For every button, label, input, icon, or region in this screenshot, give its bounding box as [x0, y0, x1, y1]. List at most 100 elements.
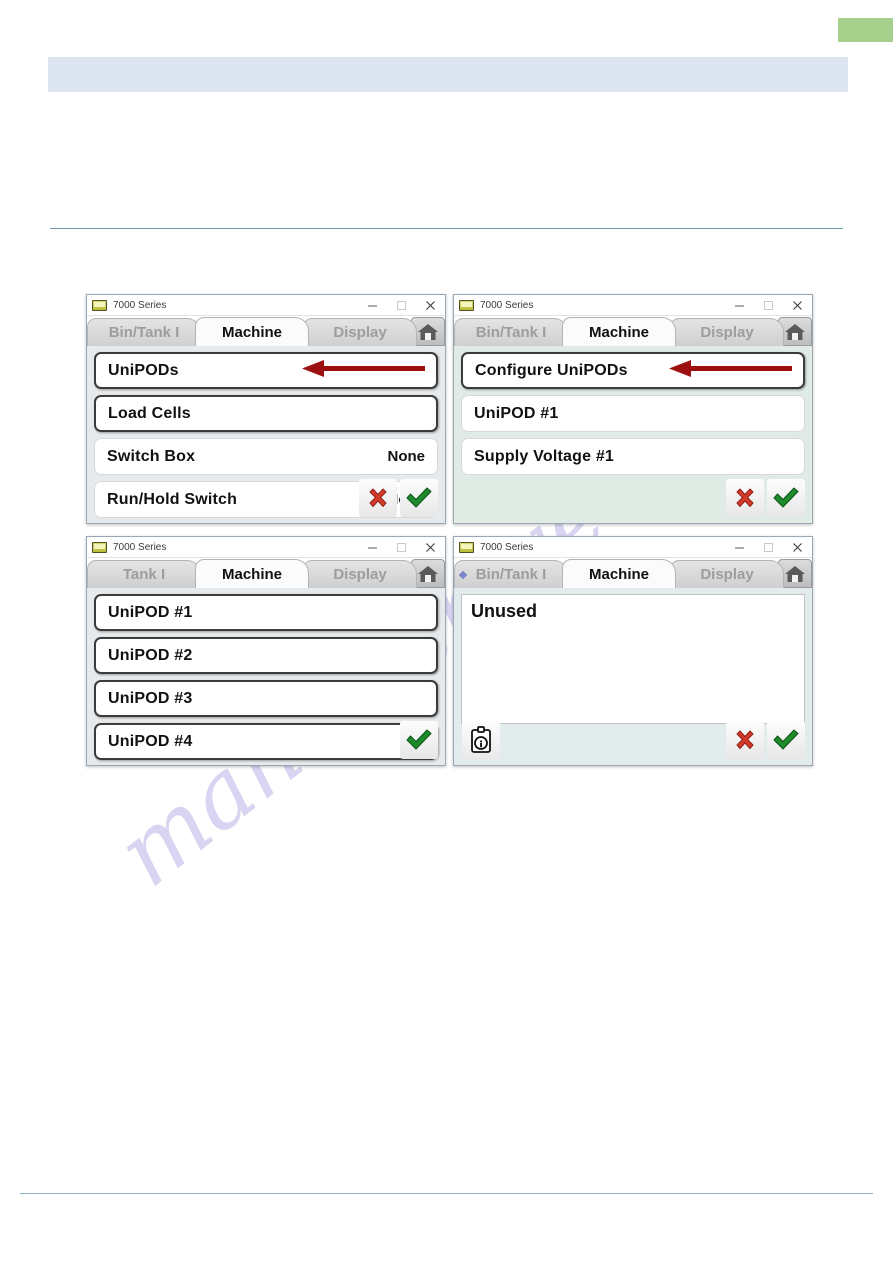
green-tab-marker — [838, 18, 893, 42]
window-title: 7000 Series — [113, 541, 167, 553]
tab-machine[interactable]: Machine — [195, 559, 309, 588]
device-window-machine-unipods: 7000 Series Bin/Tank I Machine Display U… — [86, 294, 446, 524]
tab-label: Machine — [221, 323, 282, 341]
tab-display[interactable]: Display — [670, 318, 784, 346]
close-icon[interactable] — [416, 537, 445, 557]
content-pane: Unused — [454, 588, 812, 765]
action-bar — [400, 721, 438, 759]
window-titlebar[interactable]: 7000 Series — [87, 295, 445, 316]
row-label: UniPODs — [108, 361, 179, 379]
close-icon[interactable] — [416, 295, 445, 315]
minimize-icon[interactable] — [358, 537, 387, 557]
list-item[interactable]: Configure UniPODs — [461, 352, 805, 389]
tab-machine[interactable]: Machine — [562, 559, 676, 588]
tab-display[interactable]: Display — [303, 560, 417, 588]
row-label: Switch Box — [107, 447, 196, 465]
tab-label: Bin/Tank I — [108, 324, 180, 341]
status-text: Unused — [471, 601, 538, 621]
tab-tank[interactable]: Tank I — [87, 560, 201, 588]
confirm-button[interactable] — [767, 721, 805, 759]
tab-label: Display — [700, 324, 754, 341]
tab-machine[interactable]: Machine — [195, 317, 309, 346]
cancel-button[interactable] — [726, 479, 764, 517]
list-item[interactable]: UniPOD #3 — [94, 680, 438, 717]
action-bar — [359, 479, 438, 517]
row-label: UniPOD #3 — [108, 689, 193, 707]
action-bar — [726, 721, 805, 759]
action-bar — [726, 479, 805, 517]
confirm-button[interactable] — [400, 721, 438, 759]
window-title: 7000 Series — [113, 299, 167, 311]
tab-label: Tank I — [122, 566, 166, 583]
row-label: UniPOD #1 — [474, 404, 559, 422]
minimize-icon[interactable] — [725, 537, 754, 557]
tab-machine[interactable]: Machine — [562, 317, 676, 346]
tab-display[interactable]: Display — [303, 318, 417, 346]
window-controls — [358, 537, 445, 557]
row-label: Configure UniPODs — [475, 361, 628, 379]
list-item[interactable]: UniPOD #1 — [94, 594, 438, 631]
cancel-button[interactable] — [726, 721, 764, 759]
row-label: Load Cells — [108, 404, 191, 422]
row-label: UniPOD #1 — [108, 603, 193, 621]
maximize-icon[interactable] — [387, 537, 416, 557]
window-title: 7000 Series — [480, 299, 534, 311]
tab-label: Display — [333, 324, 387, 341]
window-titlebar[interactable]: 7000 Series — [454, 537, 812, 558]
clipboard-info-icon[interactable] — [462, 721, 500, 759]
list-item[interactable]: UniPODs — [94, 352, 438, 389]
status-text-panel[interactable]: Unused — [461, 594, 805, 724]
close-icon[interactable] — [783, 295, 812, 315]
device-icon — [92, 299, 107, 311]
confirm-button[interactable] — [767, 479, 805, 517]
row-value: None — [387, 448, 426, 465]
tab-label: Bin/Tank I — [475, 324, 547, 341]
window-controls — [725, 537, 812, 557]
list-item[interactable]: UniPOD #4 — [94, 723, 438, 760]
page-root: 7000 Series Bin/Tank I Machine Display U… — [0, 0, 893, 1263]
header-divider-rule — [50, 228, 843, 229]
list-item[interactable]: Supply Voltage #1 — [461, 438, 805, 475]
maximize-icon[interactable] — [387, 295, 416, 315]
window-titlebar[interactable]: 7000 Series — [454, 295, 812, 316]
tab-display[interactable]: Display — [670, 560, 784, 588]
window-title: 7000 Series — [480, 541, 534, 553]
tabstrip: Bin/Tank I Machine Display — [454, 316, 812, 346]
tab-label: Machine — [588, 565, 649, 583]
content-pane: UniPODs Load Cells Switch Box None Run/H… — [87, 346, 445, 523]
device-window-configure-unipods: 7000 Series Bin/Tank I Machine Display C… — [453, 294, 813, 524]
tab-bin-tank[interactable]: Bin/Tank I — [454, 560, 568, 588]
tab-bin-tank[interactable]: Bin/Tank I — [454, 318, 568, 346]
list-item[interactable]: UniPOD #2 — [94, 637, 438, 674]
footer-divider-rule — [20, 1193, 873, 1194]
confirm-button[interactable] — [400, 479, 438, 517]
tab-label: Display — [700, 566, 754, 583]
tab-label: Machine — [221, 565, 282, 583]
tabstrip: Bin/Tank I Machine Display — [454, 558, 812, 588]
window-titlebar[interactable]: 7000 Series — [87, 537, 445, 558]
device-icon — [459, 541, 474, 553]
header-banner-bar — [48, 57, 848, 92]
device-window-unipod-unused: 7000 Series Bin/Tank I Machine Display U… — [453, 536, 813, 766]
cancel-button[interactable] — [359, 479, 397, 517]
device-window-unipod-list: 7000 Series Tank I Machine Display UniPO… — [86, 536, 446, 766]
row-label: UniPOD #2 — [108, 646, 193, 664]
tabstrip: Tank I Machine Display — [87, 558, 445, 588]
minimize-icon[interactable] — [358, 295, 387, 315]
list-item[interactable]: Switch Box None — [94, 438, 438, 475]
close-icon[interactable] — [783, 537, 812, 557]
minimize-icon[interactable] — [725, 295, 754, 315]
content-pane: Configure UniPODs UniPOD #1 Supply Volta… — [454, 346, 812, 523]
tab-label: Display — [333, 566, 387, 583]
tab-label: Machine — [588, 323, 649, 341]
maximize-icon[interactable] — [754, 295, 783, 315]
tab-bin-tank[interactable]: Bin/Tank I — [87, 318, 201, 346]
device-icon — [459, 299, 474, 311]
maximize-icon[interactable] — [754, 537, 783, 557]
list-item[interactable]: Load Cells — [94, 395, 438, 432]
window-controls — [725, 295, 812, 315]
row-label: Supply Voltage #1 — [474, 447, 615, 465]
content-pane: UniPOD #1 UniPOD #2 UniPOD #3 UniPOD #4 — [87, 588, 445, 765]
list-item[interactable]: UniPOD #1 — [461, 395, 805, 432]
tab-label: Bin/Tank I — [475, 566, 547, 583]
